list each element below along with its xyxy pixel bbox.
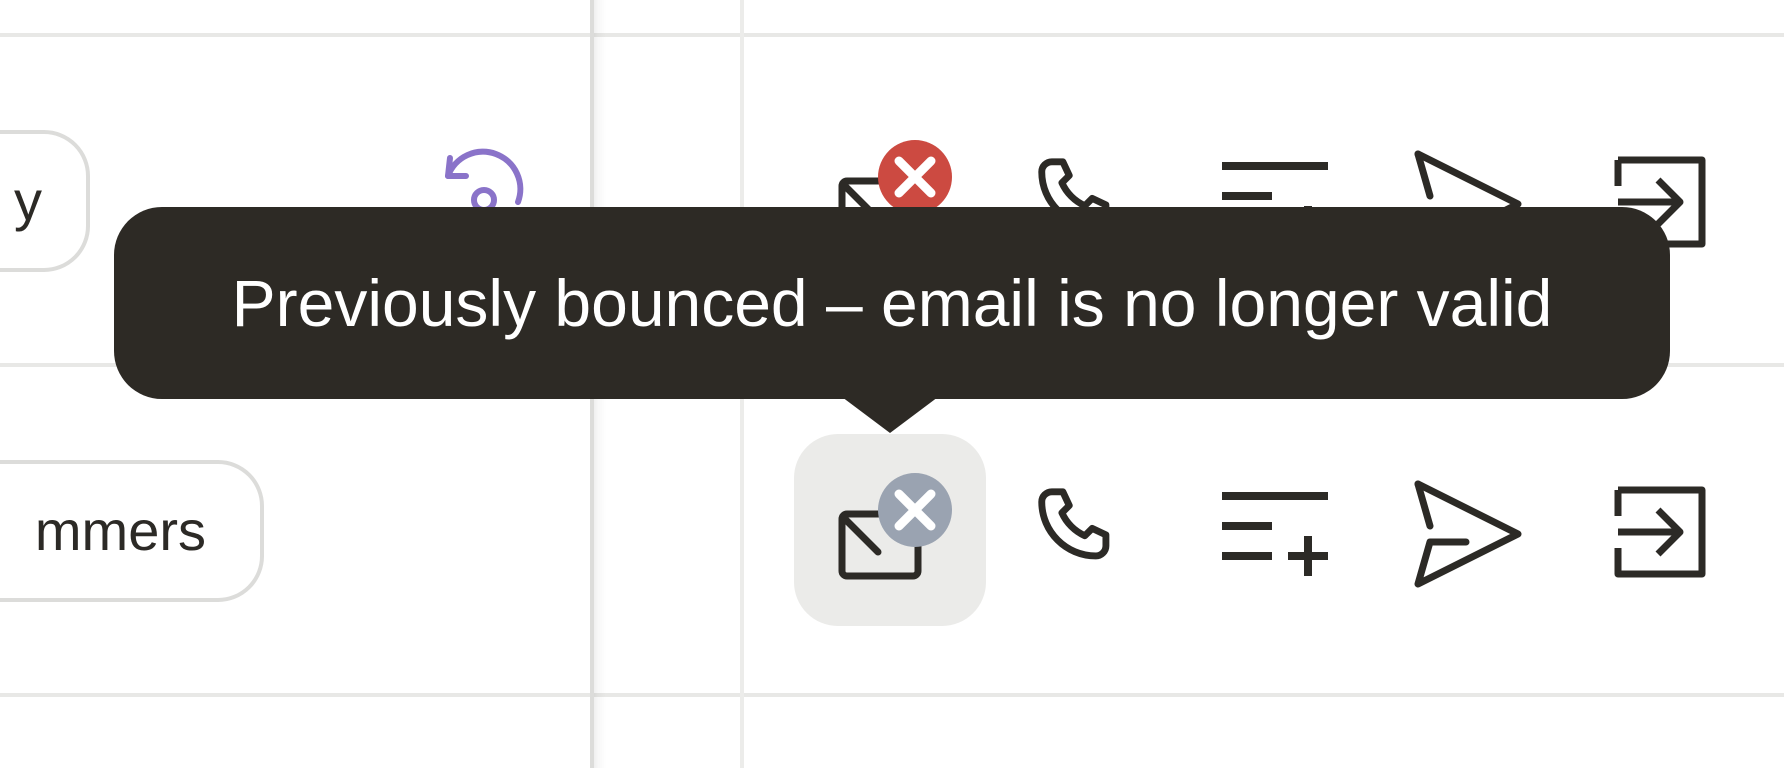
phone-icon[interactable]	[1028, 478, 1138, 588]
add-to-list-icon[interactable]	[1220, 488, 1330, 588]
send-icon[interactable]	[1414, 478, 1524, 588]
bounced-badge-icon	[877, 472, 953, 548]
bounced-badge-icon	[877, 139, 953, 215]
bounce-tooltip: Previously bounced – email is no longer …	[114, 207, 1670, 399]
row-divider	[0, 693, 1784, 697]
tooltip-caret	[842, 397, 938, 433]
tooltip-text: Previously bounced – email is no longer …	[231, 266, 1553, 340]
row-divider	[0, 33, 1784, 37]
segment-tag-label: mmers	[34, 499, 206, 562]
sign-in-icon[interactable]	[1614, 486, 1706, 578]
segment-tag[interactable]: y	[0, 130, 90, 272]
segment-tag-label: y	[14, 169, 42, 232]
segment-tag[interactable]: mmers	[0, 460, 264, 602]
